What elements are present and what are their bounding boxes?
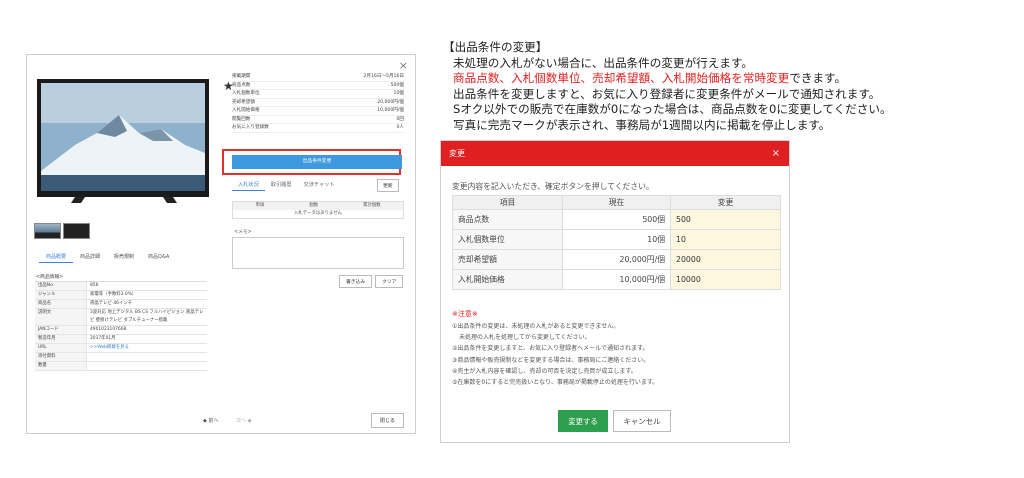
memo-clear-button[interactable]: クリア (375, 275, 404, 288)
refresh-button[interactable]: 更新 (377, 179, 399, 192)
bid-unit-input[interactable] (671, 230, 780, 249)
product-detail-window: × ★ 掲載期間 2月16日～5月16日 商品点数 500個 入札個数単位 10個 売… (26, 54, 416, 434)
next-link[interactable]: 次へ ◆ (236, 417, 251, 424)
change-dialog: 変更 × 変更内容を記入いただき、確定ボタンを押してください。 項目 現在 変更… (440, 140, 790, 443)
change-conditions-button[interactable]: 出品条件変更 (232, 155, 402, 169)
dialog-header: 変更 × (441, 141, 789, 166)
dialog-instructions: 変更内容を記入いただき、確定ボタンを押してください。 (452, 182, 654, 191)
bid-table: 単価 個数 累計個数 入札データはありません (232, 201, 404, 219)
table-row: 売却希望額 20,000円/個 (452, 249, 781, 270)
table-row: JANコード 4901023107668 (35, 326, 207, 335)
tab-bid-status[interactable]: 入札状況 (232, 179, 265, 191)
product-info-table: 出品No 856 ジャンル 家電等（手数料3.0%） 商品名 液晶テレビ 46インチ … (35, 281, 207, 371)
close-icon[interactable]: × (772, 141, 780, 166)
listing-info-table: 掲載期間 2月16日～5月16日 商品点数 500個 入札個数単位 10個 売却希望額… (232, 73, 404, 133)
thumbnail-strip (34, 223, 90, 239)
list-item: 未処理の入札を処理してから変更してください。 (459, 334, 591, 342)
product-image (35, 75, 235, 243)
info-row: 入札開始価格 10,000円/個 (232, 107, 404, 116)
memo-write-button[interactable]: 書き込み (339, 275, 373, 288)
notes-list: ①出品条件の変更は、未処理の入札があると変更できません。 未処理の入札を処理して… (452, 321, 782, 388)
close-icon[interactable]: × (399, 59, 408, 72)
table-row: 説明文 3波対応 地上デジタル BS CS フルハイビジョン 液晶テレビ 壁掛けテ… (35, 309, 207, 326)
table-row: 入札開始価格 10,000円/個 (452, 269, 781, 290)
dialog-title: 変更 (449, 149, 465, 158)
description-title: 【出品条件の変更】 (443, 40, 548, 54)
close-button[interactable]: 閉じる (371, 413, 405, 428)
bid-table-header: 単価 個数 累計個数 (233, 202, 403, 210)
info-row: 売却希望額 20,000円/個 (232, 99, 404, 107)
tab-overview[interactable]: 商品概要 (39, 251, 74, 263)
change-table: 項目 現在 変更 商品点数 500個 入札個数単位 10個 売却希望額 20,0… (452, 195, 781, 290)
cancel-button[interactable]: キャンセル (613, 410, 671, 432)
thumbnail-1[interactable] (34, 223, 61, 239)
table-row: 入札個数単位 10個 (452, 229, 781, 250)
notes-title: ※注意※ (452, 310, 478, 318)
memo-textarea[interactable] (232, 237, 404, 269)
list-item: ⑤在庫数を0にすると完売扱いとなり、事務局が掲載停止の処理を行います。 (452, 379, 659, 387)
emphasis-text: 商品点数、入札個数単位、売却希望額、入札開始価格を常時変更 (453, 71, 790, 85)
table-row: 商品点数 500個 (452, 209, 781, 230)
table-row: ジャンル 家電等（手数料3.0%） (35, 291, 207, 300)
bid-empty-message: 入札データはありません (293, 211, 343, 216)
tab-details[interactable]: 商品詳細 (73, 251, 107, 263)
memo-label: <メモ> (234, 230, 252, 235)
thumbnail-2[interactable] (63, 223, 90, 239)
table-row: 数量 (35, 362, 207, 371)
tab-negotiation-chat[interactable]: 交渉チャット (298, 179, 341, 191)
detail-tabs: 商品概要 商品詳細 販売規制 商品Q&A (39, 251, 176, 263)
desired-price-input[interactable] (671, 250, 780, 269)
prev-link[interactable]: ◆ 前へ (203, 417, 218, 424)
table-row: 製造年月 2017年01月 (35, 335, 207, 344)
tab-trade-history[interactable]: 取引履歴 (265, 179, 298, 191)
table-row: 出品No 856 (35, 282, 207, 291)
web-listing-link[interactable]: >>Web掲載を見る (87, 344, 207, 352)
table-row: 商品名 液晶テレビ 46インチ (35, 300, 207, 309)
start-price-input[interactable] (671, 270, 780, 289)
table-header-row: 項目 現在 変更 (452, 195, 781, 210)
list-item: ②出品条件を変更しますと、お気に入り登録者へメールで通知されます。 (452, 345, 649, 353)
tab-qa[interactable]: 商品Q&A (141, 251, 176, 263)
info-row: 閲覧回数 0回 (232, 116, 404, 124)
list-item: ①出品条件の変更は、未処理の入札があると変更できません。 (452, 323, 620, 330)
confirm-change-button[interactable]: 変更する (558, 410, 608, 432)
list-item: ④売主が入札内容を確認し、売却の可否を決定し売買が成立します。 (452, 367, 637, 375)
table-row: URL >>Web掲載を見る (35, 344, 207, 353)
table-row: 添付資料 (35, 353, 207, 362)
product-info-title: <商品情報> (36, 275, 64, 280)
description-text: 【出品条件の変更】 未処理の入札がない場合に、出品条件の変更が行えます。 商品点… (443, 40, 1018, 133)
info-row: 商品点数 500個 (232, 82, 404, 90)
tab-sales-rules[interactable]: 販売規制 (107, 251, 141, 263)
info-row: お気に入り登録数 0人 (232, 124, 404, 133)
info-row: 掲載期間 2月16日～5月16日 (232, 73, 404, 82)
info-row: 入札個数単位 10個 (232, 90, 404, 99)
item-count-input[interactable] (671, 210, 780, 229)
list-item: ③商品情報や販売規制などを変更する場合は、事務局にご連絡ください。 (452, 356, 650, 364)
